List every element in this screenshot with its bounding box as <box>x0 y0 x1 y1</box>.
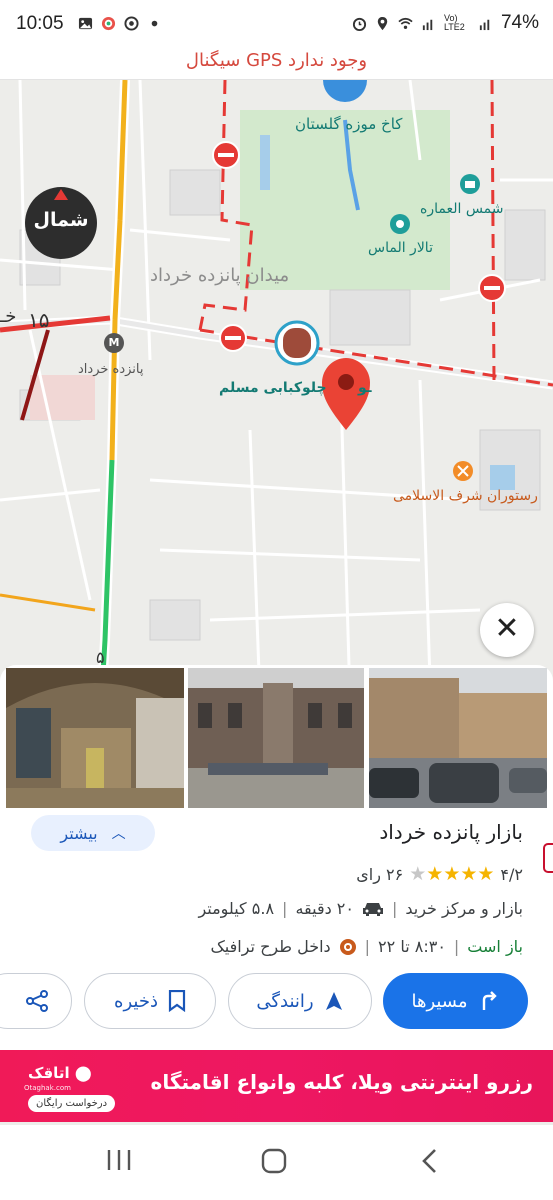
drive-time: ۲۰ دقیقه <box>295 899 354 918</box>
compass-button[interactable]: شمال <box>25 187 97 259</box>
rating-stars: ★★★★★ <box>409 863 495 885</box>
map-label-square: میدان پانزده خرداد <box>150 265 290 286</box>
back-icon <box>422 1149 436 1173</box>
ad-cta-button[interactable]: درخواست رایگان <box>28 1095 116 1112</box>
ad-banner[interactable]: رزرو اینترنتی ویلا، کلبه وانواع اقامتگاه… <box>0 1050 553 1122</box>
share-icon <box>26 990 48 1012</box>
location-icon <box>377 16 388 30</box>
photo-strip[interactable] <box>6 668 547 808</box>
ad-brand-text: اتاقک <box>28 1064 70 1082</box>
save-label: ذخیره <box>114 990 158 1012</box>
dot-icon <box>151 20 158 27</box>
compass-label: شمال <box>33 209 89 231</box>
traffic-zone-icon <box>339 938 356 955</box>
map-label-golestan[interactable]: کاخ موزه گلستان <box>295 115 402 133</box>
street-suffix-label: خـ <box>0 306 17 327</box>
location-pin-icon: ⬤ <box>74 1064 92 1082</box>
routes-label: مسیرها <box>411 990 468 1012</box>
map-label-shams[interactable]: شمس العماره <box>420 201 504 217</box>
rating-value: ۴/۲ <box>500 864 523 884</box>
navigation-arrow-icon <box>325 992 342 1010</box>
drive-label: رانندگی <box>256 990 314 1012</box>
ad-domain: Otaghak.com <box>24 1084 71 1092</box>
wifi-icon <box>398 17 413 29</box>
target-icon <box>101 16 116 31</box>
alarm-icon <box>352 17 367 31</box>
review-count[interactable]: ۲۶ رای <box>356 865 403 884</box>
close-icon: ✕ <box>494 611 520 646</box>
north-arrow-icon <box>54 189 68 200</box>
map-label-moslem[interactable]: چلوکبابی مسلم <box>219 380 327 396</box>
system-nav-bar <box>0 1125 553 1200</box>
distance: ۵.۸ کیلومتر <box>198 899 275 918</box>
network-label: Vo) LTE2 <box>443 13 465 32</box>
more-button[interactable]: بیشتر ︿ <box>31 815 155 851</box>
home-icon <box>261 1148 287 1174</box>
signal-icon <box>479 19 490 30</box>
share-button[interactable] <box>0 973 72 1029</box>
opening-hours[interactable]: ۸:۳۰ تا ۲۲ <box>378 937 446 956</box>
close-button[interactable]: ✕ <box>480 603 534 657</box>
place-sheet: بازار پانزده خرداد بیشتر ︿ ۴/۲ ★★★★★ ۲۶ … <box>0 665 553 1050</box>
recents-icon <box>107 1150 131 1170</box>
back-button[interactable] <box>418 1147 442 1177</box>
drive-button[interactable]: رانندگی <box>228 973 372 1029</box>
map-label-metro[interactable]: پانزده خرداد <box>78 362 144 377</box>
status-bar: 10:05 Vo) LTE2 74% <box>0 0 553 46</box>
bazaar-interior-photo[interactable] <box>6 668 184 808</box>
rating-row: ۴/۲ ★★★★★ ۲۶ رای <box>356 863 523 885</box>
traffic-zone: داخل طرح ترافیک <box>210 937 331 956</box>
map-label-restaurant[interactable]: رستوران شرف الاسلامی <box>393 488 538 504</box>
bookmark-icon <box>168 990 186 1012</box>
signal-icon <box>422 19 433 30</box>
ad-brand: اتاقک ⬤ <box>28 1064 92 1082</box>
gps-warning-banner: سیگنال GPS وجود ندارد <box>0 46 553 80</box>
bazaar-street-photo[interactable] <box>369 668 547 808</box>
map-label-moslem-partial: ـو <box>358 380 372 396</box>
chevron-up-icon: ︿ <box>111 826 126 842</box>
category-row: بازار و مرکز خرید | ۲۰ دقیقه | ۵.۸ کیلوم… <box>198 899 523 918</box>
map-label-almas[interactable]: تالار الماس <box>368 240 433 256</box>
action-buttons: مسیرها رانندگی ذخیره <box>0 973 553 1033</box>
directions-icon <box>482 991 497 1010</box>
status-time: 10:05 <box>16 13 64 34</box>
metro-icon[interactable]: M <box>104 333 124 353</box>
open-status: باز است <box>467 937 523 956</box>
battery-level: 74% <box>500 12 539 33</box>
partial-badge-icon <box>543 843 553 873</box>
car-icon <box>362 902 383 916</box>
recents-button[interactable] <box>105 1147 133 1177</box>
more-label: بیشتر <box>60 823 98 843</box>
place-title: بازار پانزده خرداد <box>379 820 523 844</box>
save-button[interactable]: ذخیره <box>84 973 216 1029</box>
image-icon <box>78 17 93 30</box>
hours-row: باز است | ۸:۳۰ تا ۲۲ | داخل طرح ترافیک <box>210 937 523 956</box>
routes-button[interactable]: مسیرها <box>383 973 528 1029</box>
street-number-label: ۱۵ <box>28 308 50 332</box>
circle-icon <box>124 16 139 31</box>
bazaar-building-photo[interactable] <box>188 668 364 808</box>
ad-text: رزرو اینترنتی ویلا، کلبه وانواع اقامتگاه <box>150 1070 533 1094</box>
place-category: بازار و مرکز خرید <box>405 899 523 918</box>
home-button[interactable] <box>260 1147 288 1177</box>
